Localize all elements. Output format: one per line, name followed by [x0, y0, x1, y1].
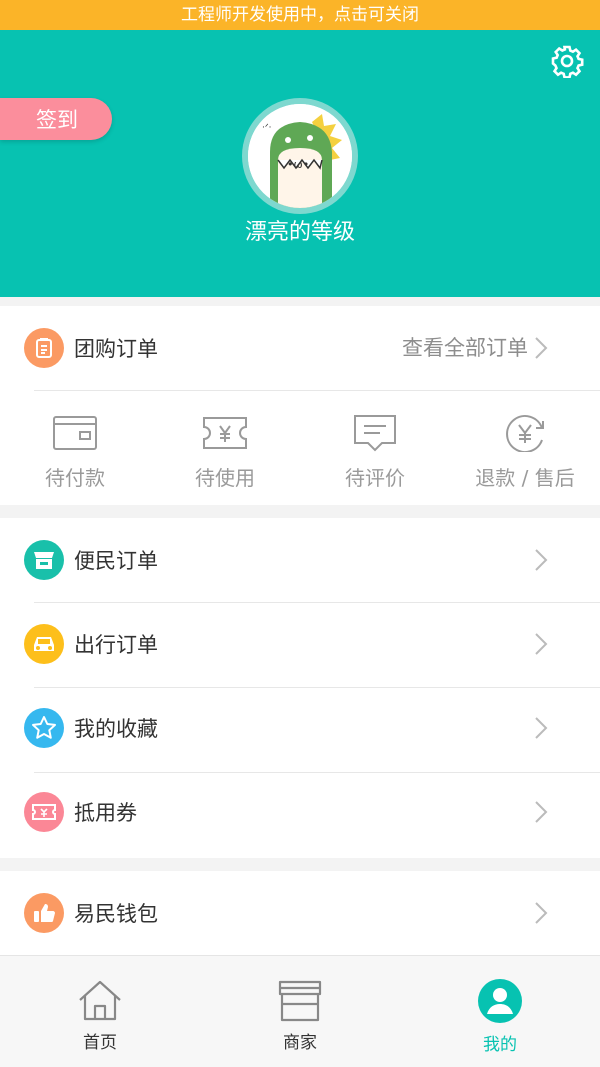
- menu-item-coupons[interactable]: 抵用券: [0, 770, 600, 854]
- bottom-tab-bar: 首页 商家 我的: [0, 955, 600, 1067]
- checkin-button[interactable]: 签到: [0, 98, 112, 140]
- svg-text:•ω•: •ω•: [287, 158, 309, 171]
- menu-item-favorites[interactable]: 我的收藏: [0, 686, 600, 770]
- status-to-use[interactable]: 待使用: [150, 390, 300, 505]
- home-icon: [79, 980, 121, 1021]
- gear-icon[interactable]: [550, 44, 584, 78]
- group-orders-row[interactable]: 团购订单 查看全部订单: [0, 306, 600, 390]
- tab-label: 商家: [283, 1033, 317, 1053]
- wallet-icon: [53, 416, 97, 450]
- menu-item-convenience-orders[interactable]: 便民订单: [0, 518, 600, 602]
- group-orders-title: 团购订单: [74, 337, 158, 361]
- dinosaur-avatar-image: •ω• ·ᐟ·: [248, 104, 352, 208]
- menu-item-label: 便民订单: [74, 549, 158, 573]
- status-label: 退款 / 售后: [475, 466, 575, 490]
- dev-mode-banner[interactable]: 工程师开发使用中，点击可关闭: [0, 0, 600, 30]
- tab-mine[interactable]: 我的: [400, 956, 600, 1067]
- status-label: 待评价: [345, 466, 405, 490]
- status-label: 待使用: [195, 466, 255, 490]
- comment-icon: [354, 415, 396, 452]
- store-icon: [278, 980, 322, 1022]
- tab-label: 首页: [83, 1033, 117, 1053]
- refund-yen-icon: [506, 415, 544, 452]
- user-icon: [478, 979, 522, 1023]
- avatar[interactable]: •ω• ·ᐟ·: [242, 98, 358, 214]
- view-all-orders-link[interactable]: 查看全部订单: [402, 306, 528, 390]
- chevron-right-icon: [535, 801, 548, 823]
- tab-merchants[interactable]: 商家: [200, 956, 400, 1067]
- menu-item-label: 出行订单: [74, 633, 158, 657]
- profile-header: 签到 •ω• ·ᐟ· 漂亮的等级: [0, 30, 600, 297]
- tab-home[interactable]: 首页: [0, 956, 200, 1067]
- menu-item-label: 我的收藏: [74, 717, 158, 741]
- chevron-right-icon: [535, 717, 548, 739]
- status-pending-payment[interactable]: 待付款: [0, 390, 150, 505]
- chevron-right-icon: [535, 902, 548, 924]
- chevron-right-icon: [535, 549, 548, 571]
- tab-label: 我的: [483, 1035, 517, 1055]
- shop-icon: [24, 540, 64, 580]
- orders-menu-card: 便民订单 出行订单 我的收藏 抵用券: [0, 518, 600, 858]
- user-level: 漂亮的等级: [244, 220, 355, 245]
- status-to-review[interactable]: 待评价: [300, 390, 450, 505]
- menu-item-label: 抵用券: [74, 801, 137, 825]
- menu-item-wallet[interactable]: 易民钱包: [0, 871, 600, 955]
- chevron-right-icon: [535, 633, 548, 655]
- thumbs-up-icon: [24, 893, 64, 933]
- svg-text:·ᐟ·: ·ᐟ·: [262, 123, 272, 133]
- ticket-yen-icon: [203, 417, 247, 449]
- status-label: 待付款: [45, 466, 105, 490]
- wallet-card: 易民钱包: [0, 871, 600, 955]
- chevron-right-icon: [535, 337, 548, 359]
- menu-item-travel-orders[interactable]: 出行订单: [0, 602, 600, 686]
- menu-item-label: 易民钱包: [74, 902, 158, 926]
- coupon-icon: [24, 792, 64, 832]
- star-icon: [24, 708, 64, 748]
- car-icon: [24, 624, 64, 664]
- clipboard-icon: [24, 328, 64, 368]
- group-orders-card: 团购订单 查看全部订单 待付款 待使用 待评价 退款 / 售后: [0, 306, 600, 505]
- status-refund[interactable]: 退款 / 售后: [450, 390, 600, 505]
